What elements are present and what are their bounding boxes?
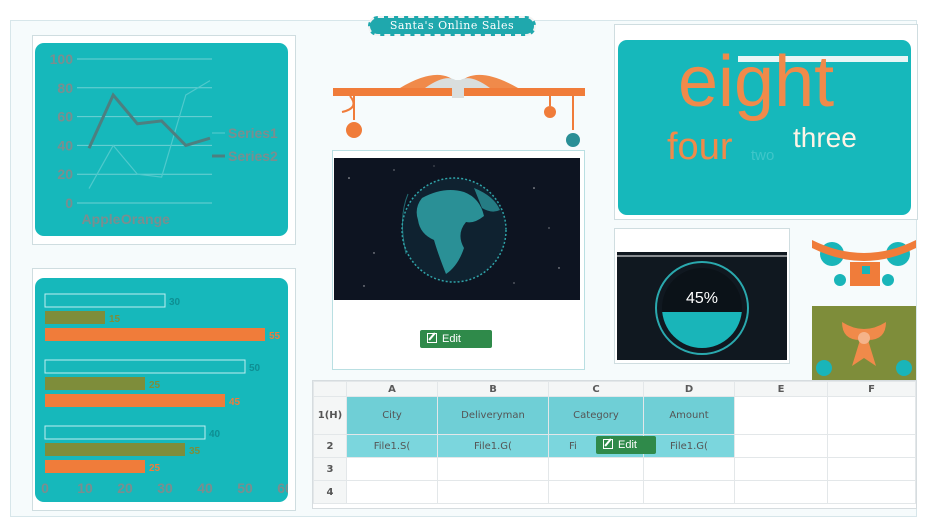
column-header-f[interactable]: F: [827, 381, 916, 397]
cell-b1[interactable]: Deliveryman: [437, 396, 549, 435]
cell-f4[interactable]: [827, 480, 916, 504]
bar-value-label: 45: [229, 397, 241, 408]
bar-value-label: 40: [209, 429, 221, 440]
corner-cell[interactable]: [313, 381, 347, 397]
bar-value-label: 50: [249, 363, 261, 374]
cell-d3[interactable]: [643, 457, 735, 481]
edit-icon: [427, 333, 437, 343]
bar: [45, 394, 225, 407]
column-header-c[interactable]: C: [548, 381, 644, 397]
column-header-e[interactable]: E: [734, 381, 828, 397]
x-tick-label: 60: [277, 480, 288, 496]
globe-edit-button[interactable]: Edit: [420, 330, 492, 348]
table-row: 4: [313, 480, 916, 504]
cell-e1[interactable]: [734, 396, 828, 435]
sheet-edit-label: Edit: [618, 439, 637, 451]
word-four: four: [667, 126, 733, 168]
progress-gauge: 45%: [617, 255, 787, 355]
bar-chart: 30 15 55 50 25 45 40 35 25 0 10 20 30 40 50 60: [41, 293, 293, 496]
x-tick-label: 10: [77, 480, 93, 496]
x-tick-label: 50: [237, 480, 253, 496]
cell-d1[interactable]: Amount: [643, 396, 735, 435]
x-tick-label: 20: [117, 480, 133, 496]
cell-e4[interactable]: [734, 480, 828, 504]
word-cloud-card[interactable]: eight four two three: [618, 40, 911, 215]
x-tick-label: 40: [197, 480, 213, 496]
bar: [45, 460, 145, 473]
gift-ribbon-decoration: [333, 74, 585, 147]
cell-c2-value: Fi: [569, 440, 577, 452]
cell-f3[interactable]: [827, 457, 916, 481]
series-line-series2: [87, 92, 211, 149]
word-eight: eight: [678, 42, 835, 122]
bar-chart-card[interactable]: 30 15 55 50 25 45 40 35 25 0 10 20 30 40 50 60: [35, 278, 293, 502]
legend-label: Series1: [228, 125, 278, 141]
cell-c3[interactable]: [548, 457, 644, 481]
x-tick-label: 30: [157, 480, 173, 496]
cell-c1[interactable]: Category: [548, 396, 644, 435]
cell-a1[interactable]: City: [346, 396, 438, 435]
y-tick-label: 0: [65, 195, 73, 211]
column-header-row: A B C D E F: [313, 381, 916, 397]
bar-value-label: 15: [109, 314, 121, 325]
cell-a3[interactable]: [346, 457, 438, 481]
y-tick-label: 20: [57, 166, 73, 182]
cell-f2[interactable]: [827, 434, 916, 458]
row-header-3[interactable]: 3: [313, 457, 347, 481]
bar: [45, 443, 185, 456]
word-three: three: [793, 122, 857, 153]
cell-a4[interactable]: [346, 480, 438, 504]
cell-b3[interactable]: [437, 457, 549, 481]
earth-globe-image: [334, 158, 580, 300]
column-header-a[interactable]: A: [346, 381, 438, 397]
column-header-d[interactable]: D: [643, 381, 735, 397]
table-row: 3: [313, 457, 916, 481]
line-chart: 100 80 60 40 20 0 Apple Orange Series1 Series2: [50, 51, 278, 227]
row-header-2[interactable]: 2: [313, 434, 347, 458]
column-header-b[interactable]: B: [437, 381, 549, 397]
word-two: two: [751, 147, 775, 164]
gauge-panel[interactable]: 45%: [617, 252, 787, 360]
line-chart-card[interactable]: 100 80 60 40 20 0 Apple Orange Series1 Series2: [35, 43, 288, 236]
y-tick-label: 60: [57, 109, 73, 125]
globe-edit-label: Edit: [442, 333, 461, 345]
series-line-series1: [88, 80, 211, 189]
bar: [45, 311, 105, 324]
gauge-value: 45%: [686, 290, 718, 307]
cell-d2[interactable]: File1.G(: [643, 434, 735, 458]
sheet-edit-button[interactable]: Edit: [596, 436, 656, 454]
cell-c4[interactable]: [548, 480, 644, 504]
x-tick-label: Orange: [121, 211, 170, 227]
cell-d4[interactable]: [643, 480, 735, 504]
bar-value-label: 55: [269, 331, 281, 342]
bar: [45, 328, 265, 341]
y-tick-label: 40: [57, 137, 73, 153]
santa-decoration: [812, 240, 916, 286]
cell-b2[interactable]: File1.G(: [437, 434, 549, 458]
bar: [44, 425, 206, 440]
y-tick-label: 100: [50, 51, 74, 67]
row-header-1[interactable]: 1(H): [313, 396, 347, 435]
bar-value-label: 25: [149, 463, 161, 474]
page-title: Santa's Online Sales: [368, 16, 536, 36]
cell-e2[interactable]: [734, 434, 828, 458]
bar-value-label: 30: [169, 297, 181, 308]
legend-label: Series2: [228, 148, 278, 164]
x-tick-label: Apple: [82, 211, 121, 227]
cell-e3[interactable]: [734, 457, 828, 481]
cell-f1[interactable]: [827, 396, 916, 435]
y-tick-label: 80: [57, 80, 73, 96]
row-header-4[interactable]: 4: [313, 480, 347, 504]
bar-value-label: 25: [149, 380, 161, 391]
bar: [44, 293, 166, 308]
cell-b4[interactable]: [437, 480, 549, 504]
x-tick-label: 0: [41, 480, 49, 496]
bar: [45, 377, 145, 390]
bar: [44, 359, 246, 374]
bar-value-label: 35: [189, 446, 201, 457]
cell-a2[interactable]: File1.S(: [346, 434, 438, 458]
wreath-bow-decoration: [812, 306, 916, 380]
edit-icon: [603, 439, 613, 449]
table-row: 1(H) City Deliveryman Category Amount: [313, 396, 916, 435]
